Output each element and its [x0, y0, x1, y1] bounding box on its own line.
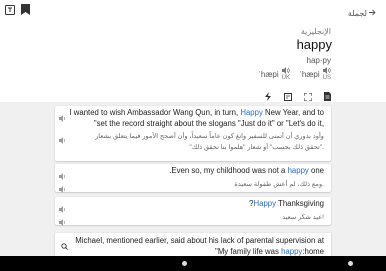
translate-icon[interactable]	[5, 4, 15, 15]
highlight-word: happy	[287, 166, 309, 175]
uk-pronunciation[interactable]: ˈhæpi UK	[258, 67, 290, 82]
fullscreen-icon[interactable]	[303, 88, 313, 106]
back-label: لجملة	[347, 9, 367, 18]
entry-header: الإنجليزية happy hap·py ˈhæpi US ˈhæpi U…	[0, 20, 386, 102]
example-english: ?Happy Thanksgiving	[249, 199, 324, 208]
speaker-icon[interactable]	[59, 109, 67, 127]
highlight-word: happy	[281, 247, 303, 256]
example-card[interactable]: ?Happy Thanksgiving عيد شكر سعيد!	[55, 197, 331, 226]
highlight-word: Happy	[240, 108, 263, 117]
example-card[interactable]: I wanted to wish Ambassador Wang Qun, in…	[55, 106, 331, 161]
search-result-line2: "My family life was happy:home	[215, 247, 324, 256]
uk-ipa: ˈhæpi	[258, 70, 279, 79]
speaker-icon[interactable]	[59, 213, 67, 231]
speaker-icon[interactable]	[59, 131, 67, 149]
highlight-word: Happy	[253, 199, 277, 208]
example-english-line2: "set the record straight about the sloga…	[93, 119, 324, 128]
speaker-icon[interactable]	[59, 180, 67, 198]
speaker-icon	[281, 67, 290, 75]
example-card[interactable]: .Even so, my childhood was not a happy o…	[55, 164, 331, 193]
example-arabic-line2: "تحقق ذلك بحسب" أو شعار "هلموا بنا نحقق …	[189, 144, 324, 151]
example-english: .Even so, my childhood was not a happy o…	[169, 166, 324, 175]
us-code: US	[322, 75, 331, 81]
bookmark-icon[interactable]	[20, 4, 30, 15]
document-icon[interactable]	[324, 88, 331, 106]
note-icon[interactable]	[284, 88, 292, 106]
us-ipa: ˈhæpi	[299, 70, 320, 79]
language-label: الإنجليزية	[300, 27, 331, 36]
entry-toolbar	[264, 88, 331, 106]
speaker-icon	[322, 67, 331, 75]
uk-code: UK	[281, 75, 290, 81]
headword: happy	[296, 37, 332, 52]
arrow-forward-icon	[369, 9, 376, 18]
bolt-icon[interactable]	[264, 88, 272, 106]
search-icon[interactable]	[61, 237, 68, 255]
example-arabic: وأود بدوري أن أتمنى للسفير وانغ كون عاما…	[95, 133, 324, 140]
top-app-bar: لجملة	[0, 0, 386, 20]
nav-dot-icon[interactable]	[348, 261, 353, 266]
us-pronunciation[interactable]: ˈhæpi US	[299, 67, 331, 82]
example-arabic: عيد شكر سعيد!	[282, 214, 324, 221]
back-button[interactable]: لجملة	[348, 9, 376, 18]
search-result-line1: Michael, mentioned earlier, said about h…	[75, 236, 324, 245]
home-button[interactable]	[182, 261, 187, 266]
syllables: hap·py	[306, 56, 331, 65]
example-arabic: ومع ذلك، لم أعش طفولة سعيدة.	[234, 181, 324, 188]
example-english: I wanted to wish Ambassador Wang Qun, in…	[69, 108, 324, 117]
navigation-bar	[0, 256, 386, 271]
